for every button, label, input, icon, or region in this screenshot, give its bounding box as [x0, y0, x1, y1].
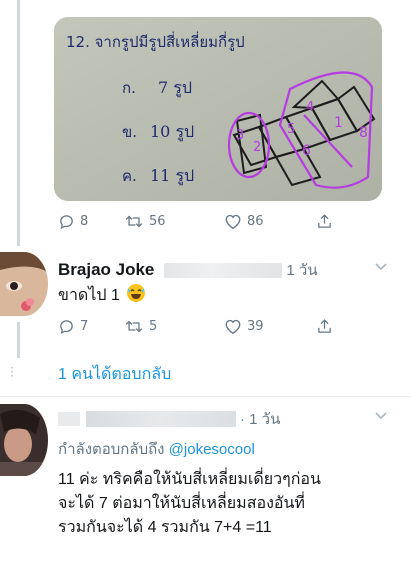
- photo-question: 12. จากรูปมีรูปสี่เหลี่ยมกี่รูป: [66, 31, 245, 51]
- retweet-icon: [125, 320, 143, 332]
- retweet-icon: [125, 215, 143, 227]
- reply1-header: Brajao Joke 1 วัน: [58, 258, 388, 282]
- blurred-handle: [164, 262, 283, 278]
- tweet-action-bar: 8 56 86: [58, 210, 348, 232]
- reply1-text: ขาดไป 1: [58, 283, 146, 308]
- photo-mark: 5: [287, 122, 295, 137]
- reply2-text-line: รวมกันจะได้ 4 รวมกัน 7+4 =11: [58, 519, 272, 536]
- reply-icon: [60, 319, 73, 334]
- photo-mark: 8: [359, 125, 368, 141]
- photo-mark: 2: [253, 140, 261, 155]
- like-button[interactable]: 86: [224, 213, 316, 230]
- photo-mark: 1: [334, 115, 343, 131]
- reply2-text-line: 11 ค่ะ ทริคคือให้นับสี่เหลี่ยมเดี่ยวๆก่อ…: [58, 471, 321, 488]
- chevron-down-icon[interactable]: [374, 411, 388, 421]
- photo-choice-text: 11 รูป: [150, 166, 194, 186]
- avatar[interactable]: [0, 252, 48, 316]
- thread-dots-icon: · · ·: [10, 361, 14, 383]
- photo-choice-letter: ข.: [122, 123, 137, 141]
- mention-link[interactable]: @jokesocool: [169, 441, 255, 458]
- reply-button[interactable]: 7: [58, 318, 124, 335]
- photo-choice-text: 7 รูป: [158, 78, 192, 98]
- reply1-text-content: ขาดไป 1: [58, 287, 120, 304]
- reply1-action-bar: 7 5 39: [58, 315, 348, 337]
- retweet-button[interactable]: 56: [124, 213, 224, 230]
- like-count: 39: [247, 318, 264, 334]
- share-button[interactable]: [316, 318, 333, 335]
- reply-count: 8: [80, 213, 89, 229]
- share-button[interactable]: [316, 213, 333, 230]
- share-icon: [318, 213, 331, 228]
- chevron-down-icon[interactable]: [374, 262, 388, 272]
- retweet-button[interactable]: 5: [124, 318, 224, 335]
- like-icon: [225, 319, 241, 334]
- reply2-text: 11 ค่ะ ทริคคือให้นับสี่เหลี่ยมเดี่ยวๆก่อ…: [58, 468, 321, 540]
- photo-mark: 6: [302, 143, 311, 159]
- replying-to: กำลังตอบกลับถึง @jokesocool: [58, 437, 255, 461]
- photo-mark: 3: [236, 128, 244, 143]
- timestamp[interactable]: · 1 วัน: [240, 407, 280, 431]
- user-name[interactable]: Brajao Joke: [58, 260, 154, 280]
- avatar[interactable]: [0, 404, 48, 476]
- timestamp[interactable]: 1 วัน: [286, 258, 317, 282]
- reply-icon: [60, 214, 73, 229]
- photo-choice-letter: ก.: [122, 79, 136, 97]
- divider: [0, 396, 411, 397]
- show-more-replies-link[interactable]: 1 คนได้ตอบกลับ: [58, 362, 171, 387]
- reply-count: 7: [80, 318, 89, 334]
- photo-mark: 4: [306, 100, 314, 115]
- share-icon: [318, 318, 331, 333]
- retweet-count: 56: [149, 213, 166, 229]
- blurred-name: [58, 412, 80, 426]
- thread-line-middle: [17, 322, 20, 358]
- retweet-count: 5: [149, 318, 158, 334]
- reply2-text-line: จะได้ 7 ต่อมาให้นับสี่เหลี่ยมสองอันที่: [58, 495, 305, 512]
- like-count: 86: [247, 213, 264, 229]
- photo-choice-text: 10 รูป: [150, 122, 194, 142]
- blurred-handle: [86, 411, 236, 427]
- laughing-emoji-icon: [127, 284, 146, 302]
- like-icon: [225, 214, 241, 229]
- thread-line-top: [17, 0, 20, 246]
- like-button[interactable]: 39: [224, 318, 316, 335]
- reply-button[interactable]: 8: [58, 213, 124, 230]
- reply2-header: · 1 วัน: [58, 407, 388, 431]
- photo-choice-letter: ค.: [122, 167, 137, 185]
- replying-to-label: กำลังตอบกลับถึง: [58, 441, 165, 458]
- tweet-photo[interactable]: 3 2 4 5 1 6 8 12. จากรูปมีรูปสี่เหลี่ยมก…: [54, 17, 382, 201]
